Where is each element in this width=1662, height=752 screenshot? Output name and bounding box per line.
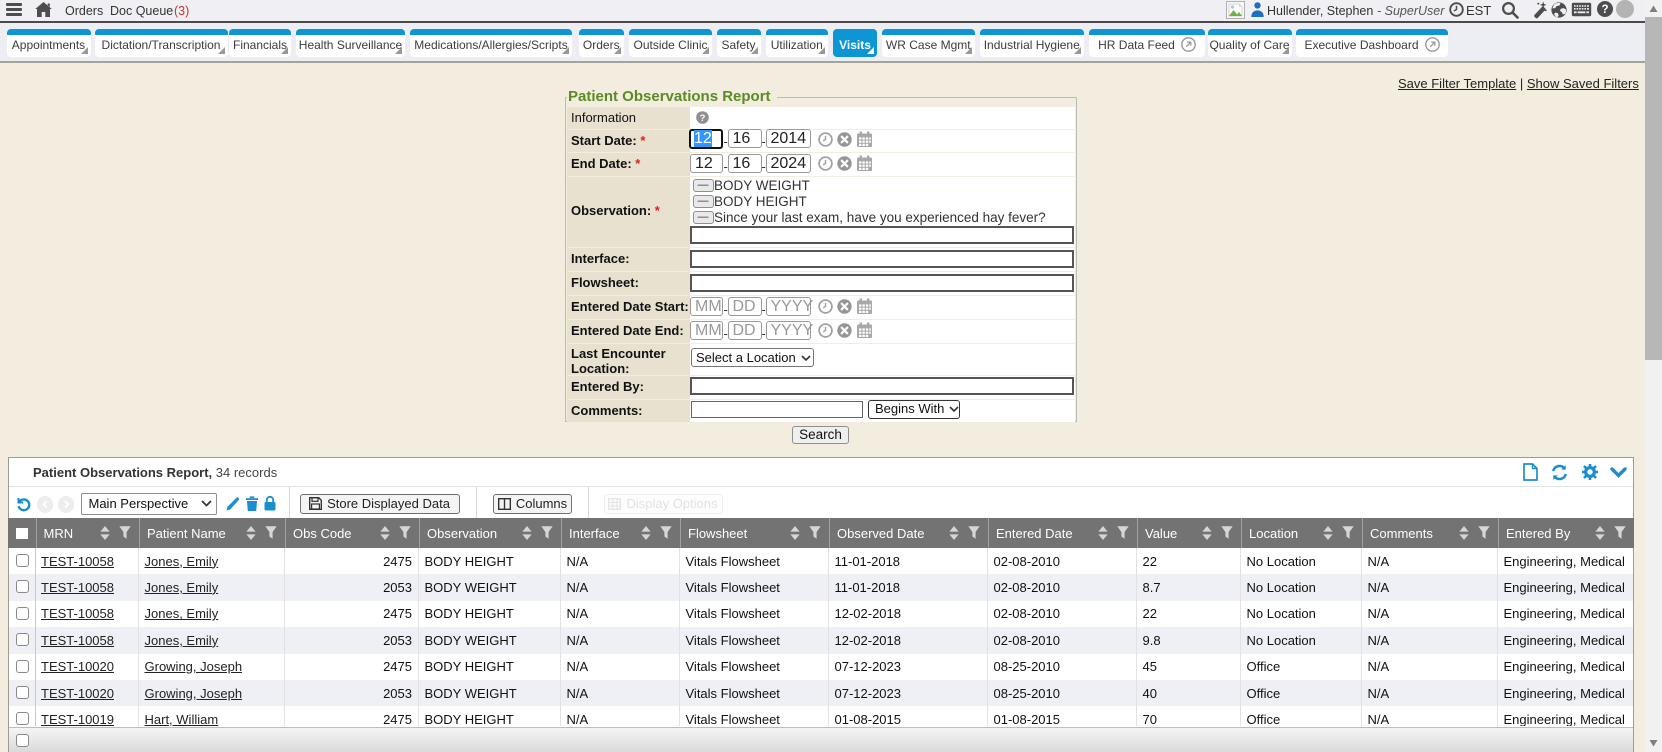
svg-text:?: ? xyxy=(1601,4,1608,16)
svg-text:?: ? xyxy=(699,113,705,124)
